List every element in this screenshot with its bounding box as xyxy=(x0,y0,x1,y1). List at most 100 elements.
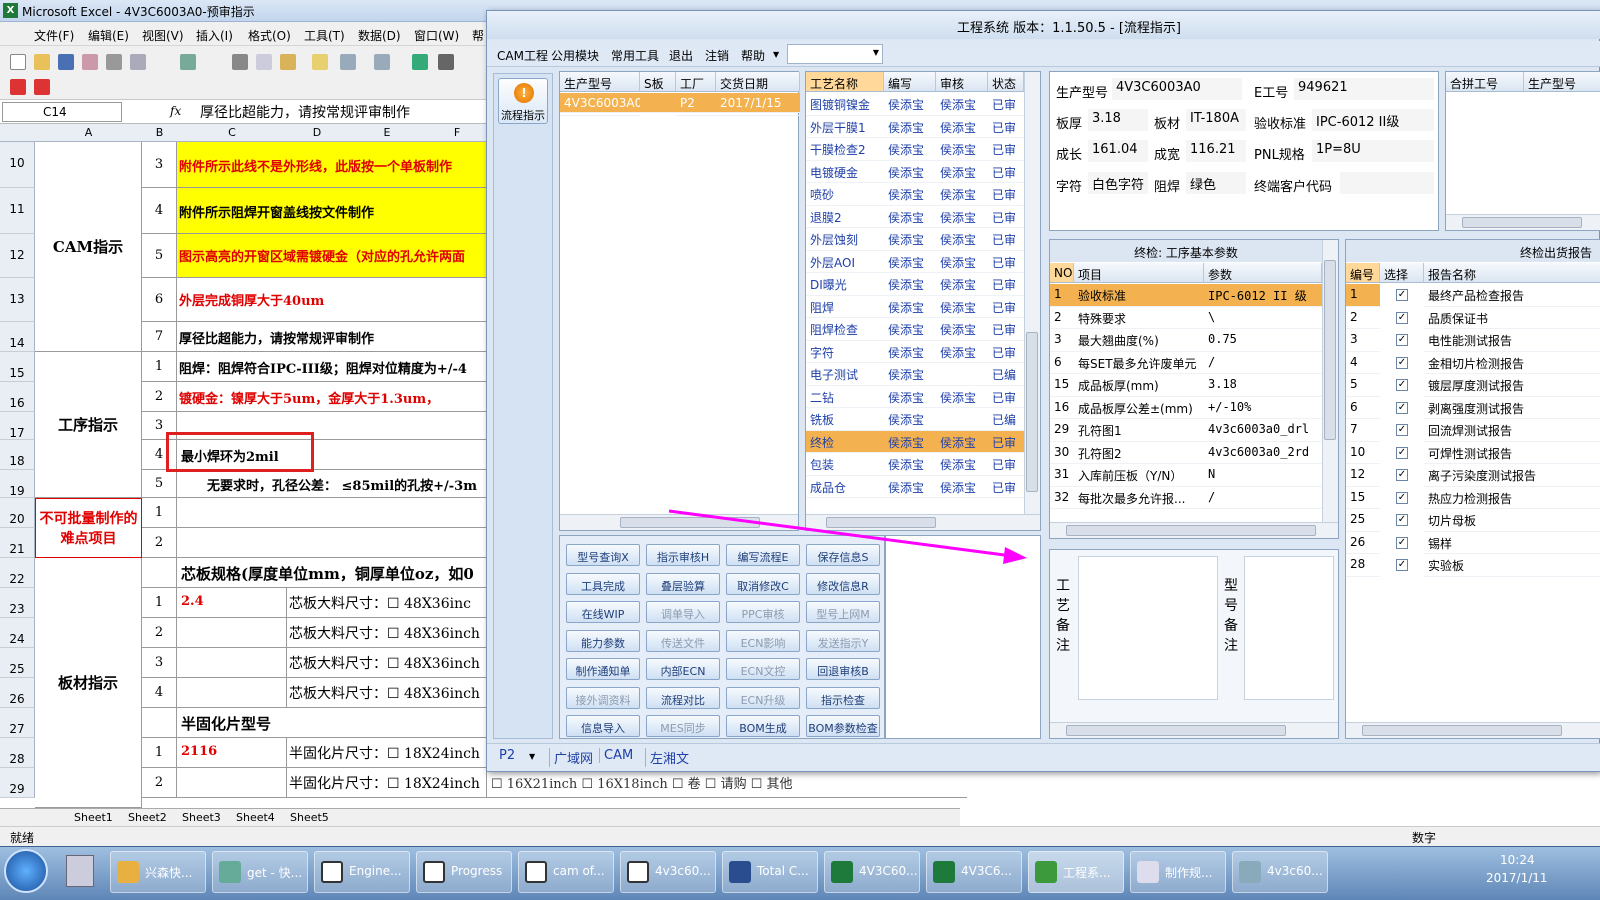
process-name[interactable]: 成品仓 xyxy=(806,476,884,498)
process-w[interactable]: 侯添宝 xyxy=(884,93,936,116)
scroll-thumb[interactable] xyxy=(1066,725,1286,736)
grid-header[interactable]: 参数 xyxy=(1204,263,1322,283)
grid-header[interactable]: 交货日期 xyxy=(716,72,800,92)
action-button[interactable]: ECN文控 xyxy=(726,658,800,680)
field-material[interactable]: IT-180A xyxy=(1186,109,1246,131)
report-no[interactable]: 15 xyxy=(1346,487,1380,509)
scroll-thumb[interactable] xyxy=(1026,332,1038,492)
print-icon[interactable] xyxy=(106,54,122,70)
scrollbar[interactable] xyxy=(1050,522,1338,538)
grid-header[interactable]: 工厂 xyxy=(676,72,716,92)
column-header-a[interactable]: A xyxy=(35,126,142,139)
empty-cell[interactable] xyxy=(142,558,177,588)
report-name[interactable]: 实验板 xyxy=(1424,554,1600,577)
action-button[interactable]: 回退审核B xyxy=(806,658,880,680)
report-name[interactable]: 品质保证书 xyxy=(1424,307,1600,329)
sheet-tab-4[interactable]: Sheet4 xyxy=(236,811,275,824)
param-item[interactable]: 最大翘曲度(%) xyxy=(1074,329,1204,352)
process-name[interactable]: 电子测试 xyxy=(806,363,884,386)
open-icon[interactable] xyxy=(34,54,50,70)
save-icon[interactable] xyxy=(58,54,74,70)
process-s[interactable]: 已审 xyxy=(988,273,1024,296)
field-length[interactable]: 161.04 xyxy=(1088,140,1148,162)
menu-combo[interactable]: ▼ xyxy=(787,44,883,64)
param-item[interactable]: 入库前压板（Y/N） xyxy=(1074,464,1204,487)
core-no[interactable]: 2 xyxy=(142,618,177,648)
cut-icon[interactable] xyxy=(232,54,248,70)
grid-header[interactable]: 合拼工号 xyxy=(1446,72,1524,92)
process-s[interactable]: 已编 xyxy=(988,408,1024,431)
cam-no[interactable]: 6 xyxy=(142,278,177,322)
report-name[interactable]: 热应力检测报告 xyxy=(1424,487,1600,509)
pp-options[interactable]: ☐ 16X21inch ☐ 16X18inch ☐ 卷 ☐ 请购 ☐ 其他 xyxy=(487,768,967,798)
param-no[interactable]: 29 xyxy=(1050,419,1074,442)
process-r[interactable]: 侯添宝 xyxy=(936,386,988,408)
process-s[interactable]: 已审 xyxy=(988,318,1024,341)
row-header[interactable]: 22 xyxy=(0,558,35,588)
report-no[interactable]: 3 xyxy=(1346,329,1380,352)
process-w[interactable]: 侯添宝 xyxy=(884,476,936,498)
hard-no[interactable]: 1 xyxy=(142,498,177,528)
core-no[interactable]: 4 xyxy=(142,678,177,708)
param-no[interactable]: 30 xyxy=(1050,441,1074,464)
action-button[interactable]: 内部ECN xyxy=(646,658,720,680)
group-cam[interactable]: CAM指示 xyxy=(35,142,142,352)
formula-input[interactable]: 厚径比超能力，请按常规评审制作 xyxy=(200,102,410,122)
process-r[interactable]: 侯添宝 xyxy=(936,296,988,318)
core-value[interactable] xyxy=(177,678,287,708)
field-customer[interactable] xyxy=(1340,172,1434,194)
process-name[interactable]: 外层干膜1 xyxy=(806,116,884,138)
process-s[interactable]: 已审 xyxy=(988,341,1024,363)
excel-menu-data[interactable]: 数据(D) xyxy=(358,27,401,44)
pp-size[interactable]: 半固化片尺寸：☐ 18X24inch xyxy=(287,768,487,798)
hard-text[interactable] xyxy=(177,528,487,558)
proc-no[interactable]: 2 xyxy=(142,382,177,412)
permission-icon[interactable] xyxy=(82,54,98,70)
report-checkbox[interactable]: ✓ xyxy=(1396,469,1408,481)
row-header[interactable]: 12 xyxy=(0,234,35,278)
report-name[interactable]: 切片母板 xyxy=(1424,509,1600,532)
start-button[interactable] xyxy=(4,849,48,893)
redo-icon[interactable] xyxy=(374,54,390,70)
column-header-c[interactable]: C xyxy=(177,126,287,139)
scrollbar[interactable] xyxy=(1446,214,1600,230)
grid-header[interactable]: 生产型号 xyxy=(1524,72,1600,92)
grid-header[interactable]: NO xyxy=(1050,263,1074,283)
process-s[interactable]: 已审 xyxy=(988,93,1024,116)
scroll-thumb[interactable] xyxy=(1324,260,1336,440)
process-w[interactable]: 侯添宝 xyxy=(884,251,936,273)
report-checkbox[interactable]: ✓ xyxy=(1396,424,1408,436)
process-r[interactable]: 侯添宝 xyxy=(936,183,988,206)
row-header[interactable]: 21 xyxy=(0,528,35,558)
process-name[interactable]: 图镀铜镍金 xyxy=(806,93,884,116)
param-val[interactable]: / xyxy=(1204,487,1322,509)
task-item[interactable]: Total C... xyxy=(722,851,818,893)
process-r[interactable]: 侯添宝 xyxy=(936,453,988,476)
cam-text[interactable]: 附件所示阻焊开窗盖线按文件制作 xyxy=(177,188,487,234)
clock-date[interactable]: 2017/1/11 xyxy=(1486,871,1548,885)
sheet-tab-3[interactable]: Sheet3 xyxy=(182,811,221,824)
proc-text[interactable]: 阻焊：阻焊符合IPC-III级；阻焊对位精度为+/-4 xyxy=(177,352,487,382)
process-w[interactable]: 侯添宝 xyxy=(884,341,936,363)
action-button[interactable]: 能力参数 xyxy=(566,629,640,652)
core-size[interactable]: 芯板大料尺寸：☐ 48X36inch xyxy=(287,678,487,708)
field-standard[interactable]: IPC-6012 II级 xyxy=(1312,109,1434,131)
action-button[interactable]: ECN升级 xyxy=(726,686,800,709)
process-r[interactable]: 侯添宝 xyxy=(936,228,988,251)
process-name[interactable]: 干膜检查2 xyxy=(806,138,884,161)
param-no[interactable]: 15 xyxy=(1050,374,1074,397)
field-width[interactable]: 116.21 xyxy=(1186,140,1246,162)
remark-proc-input[interactable] xyxy=(1078,556,1218,700)
process-s[interactable]: 已审 xyxy=(988,228,1024,251)
hyperlink-icon[interactable] xyxy=(412,54,428,70)
scrollbar[interactable] xyxy=(1050,722,1338,738)
row-header[interactable]: 20 xyxy=(0,498,35,528)
process-name[interactable]: 阻焊 xyxy=(806,296,884,318)
process-name[interactable]: 二钻 xyxy=(806,386,884,408)
core-size[interactable]: 芯板大料尺寸：☐ 48X36inch xyxy=(287,648,487,678)
param-item[interactable]: 每SET最多允许废单元 xyxy=(1074,352,1204,374)
sheet-tab-5[interactable]: Sheet5 xyxy=(290,811,329,824)
order-date[interactable]: 2017/1/15 xyxy=(716,93,800,116)
row-header[interactable]: 10 xyxy=(0,142,35,188)
proc-no[interactable]: 1 xyxy=(142,352,177,382)
